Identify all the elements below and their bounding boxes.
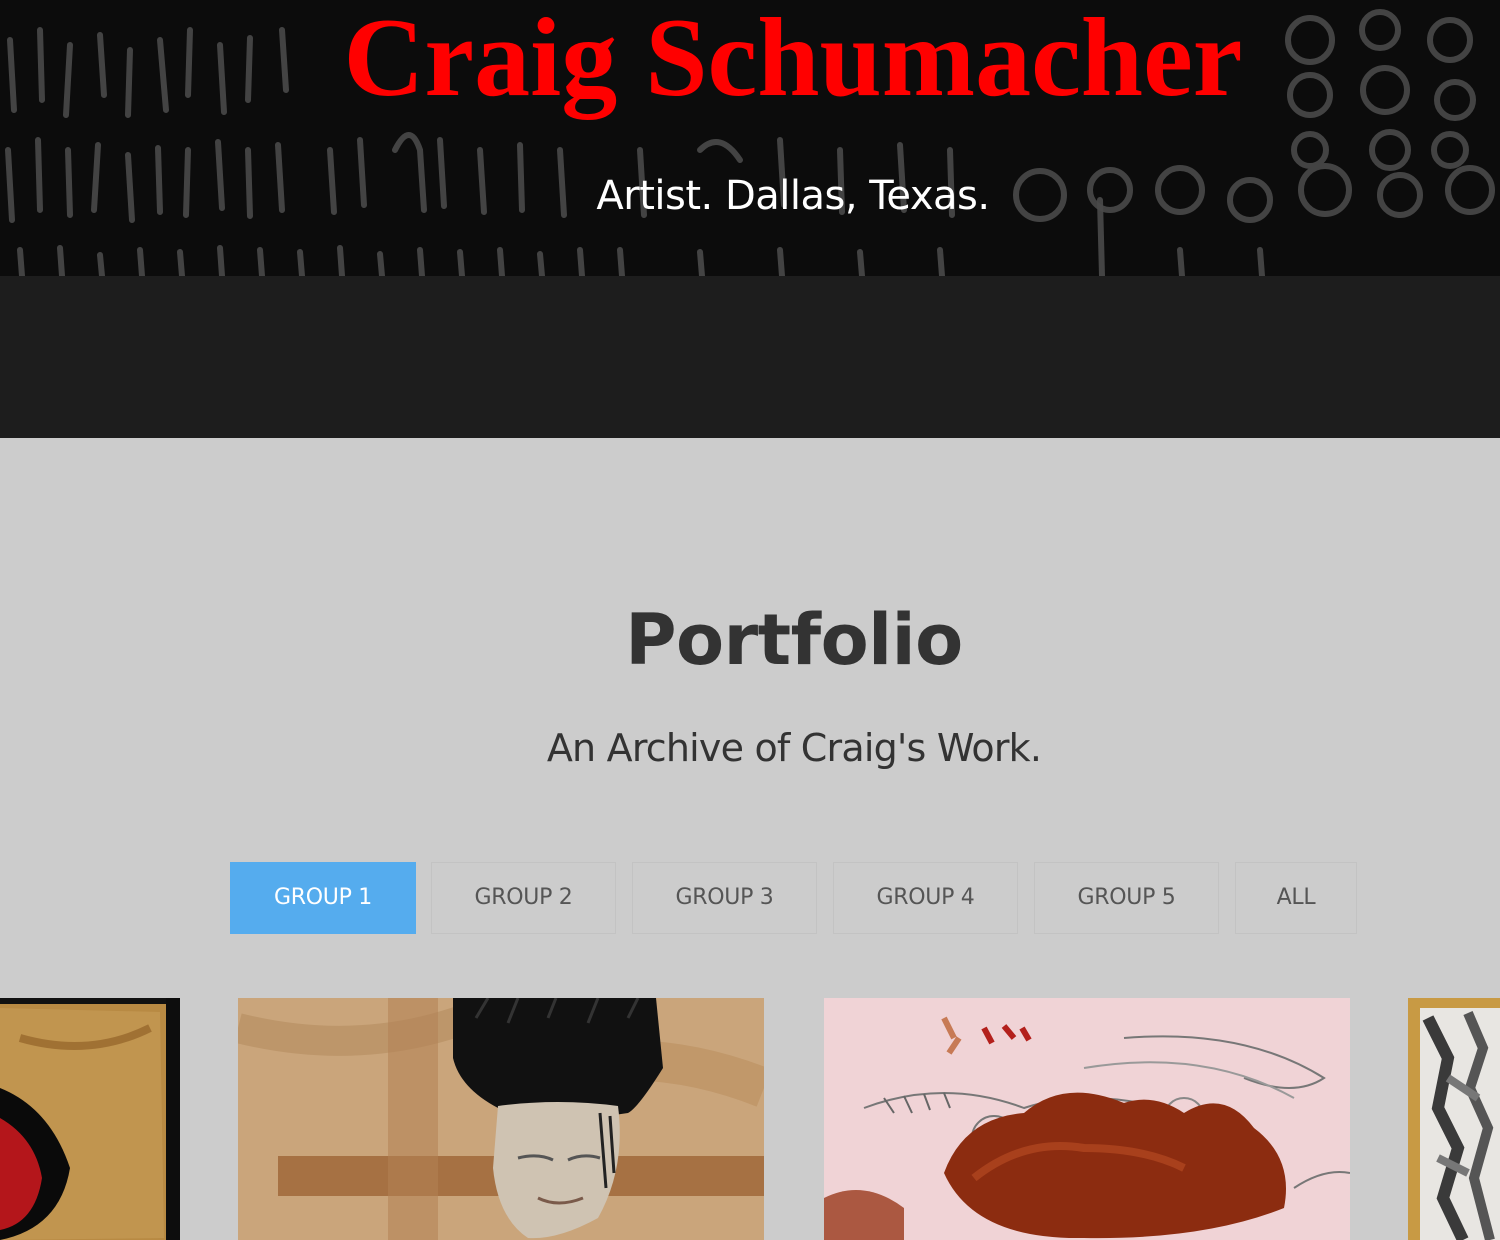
filter-group-4[interactable]: GROUP 4 — [833, 862, 1018, 934]
portfolio-item[interactable] — [1408, 998, 1500, 1240]
portfolio-item[interactable] — [0, 998, 180, 1240]
portfolio-filter-bar: GROUP 1 GROUP 2 GROUP 3 GROUP 4 GROUP 5 … — [0, 862, 1500, 934]
portfolio-gallery — [0, 998, 1500, 1240]
portfolio-item[interactable] — [238, 998, 764, 1240]
filter-group-3[interactable]: GROUP 3 — [632, 862, 817, 934]
portfolio-subtitle: An Archive of Craig's Work. — [546, 726, 1042, 770]
artwork-thumbnail — [0, 998, 180, 1240]
portfolio-title: Portfolio — [625, 599, 963, 681]
portfolio-section: Portfolio An Archive of Craig's Work. GR… — [0, 438, 1500, 1240]
artwork-thumbnail — [238, 998, 764, 1240]
filter-group-1[interactable]: GROUP 1 — [230, 862, 416, 934]
filter-all[interactable]: ALL — [1235, 862, 1357, 934]
navigation-band — [0, 276, 1500, 438]
site-title: Craig Schumacher — [343, 0, 1243, 120]
site-tagline: Artist. Dallas, Texas. — [596, 173, 990, 219]
artwork-thumbnail — [1408, 998, 1500, 1240]
filter-group-5[interactable]: GROUP 5 — [1034, 862, 1219, 934]
artwork-thumbnail — [824, 998, 1350, 1240]
filter-group-2[interactable]: GROUP 2 — [431, 862, 616, 934]
hero-header: Craig Schumacher Artist. Dallas, Texas. — [0, 0, 1500, 276]
portfolio-item[interactable] — [824, 998, 1350, 1240]
